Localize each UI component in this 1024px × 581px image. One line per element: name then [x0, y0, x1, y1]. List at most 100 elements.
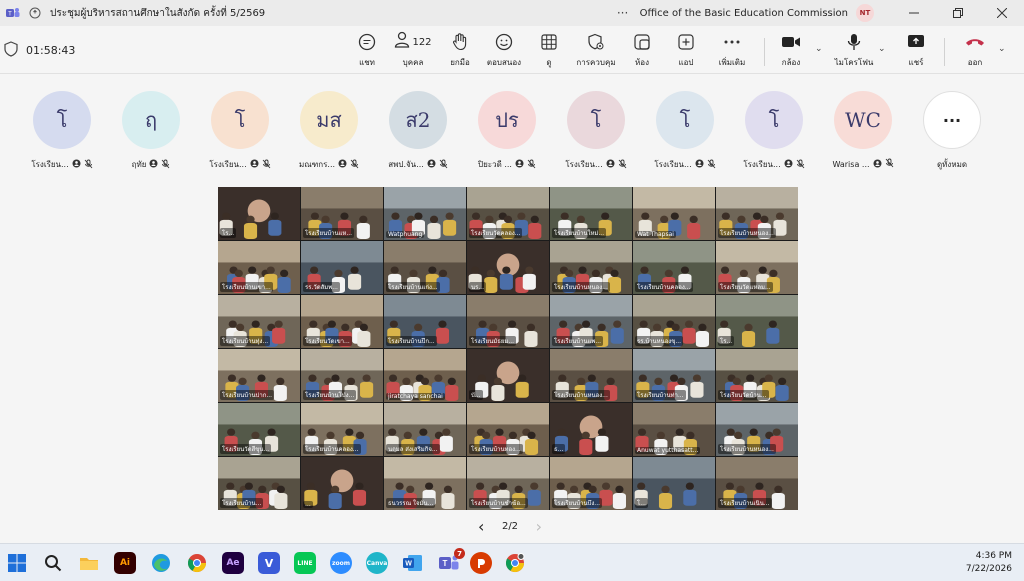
controls-button[interactable]: การควบคุม [573, 32, 619, 72]
leave-options-chevron-icon[interactable]: ⌄ [998, 44, 1006, 54]
apps-button[interactable]: แอป [675, 32, 697, 72]
participant-item[interactable]: WC Warisa ... [821, 91, 905, 170]
video-tile[interactable]: โรงเรียนวัดบ้าน... [716, 349, 798, 402]
search-icon[interactable] [42, 552, 64, 574]
video-tile[interactable]: โรงเรียนบ้านทอง... [467, 403, 549, 456]
video-tile[interactable]: บั... [467, 349, 549, 402]
raise-hand-button[interactable]: ยกมือ [447, 32, 473, 72]
edge-icon[interactable] [150, 552, 172, 574]
word-icon[interactable]: W [402, 552, 424, 574]
chrome-profile-icon[interactable] [504, 552, 526, 574]
video-tile[interactable]: Wat Thapsai [633, 187, 715, 240]
video-tile[interactable]: โรงเรียนวัดเขา... [301, 295, 383, 348]
mic-options-chevron-icon[interactable]: ⌄ [878, 44, 886, 54]
mic-muted-icon [796, 159, 805, 171]
participant-item[interactable]: โโรงเรียน... [643, 91, 727, 171]
restore-icon[interactable] [936, 0, 980, 26]
video-tile[interactable]: โรงเรียนบ้านท่า... [633, 349, 715, 402]
video-tile[interactable]: โรงเรียนบ้านหนอง... [716, 403, 798, 456]
chrome-icon[interactable] [186, 552, 208, 574]
canva-icon[interactable]: Canva [366, 552, 388, 574]
line-icon[interactable]: LINE [294, 552, 316, 574]
video-tile[interactable]: โรงเรียนบ้านโป่ง... [301, 349, 383, 402]
avatar[interactable]: NT [856, 4, 874, 22]
minimize-icon[interactable] [892, 0, 936, 26]
video-tile[interactable]: โรงเรียนบ้านเขา... [218, 241, 300, 294]
next-page-icon[interactable]: › [536, 517, 542, 536]
app-v-icon[interactable]: V [258, 552, 280, 574]
after-effects-icon[interactable]: Ae [222, 552, 244, 574]
mic-button[interactable]: ไมโครโฟน [834, 32, 874, 72]
view-all-button[interactable]: ··· ดูทั้งหมด [910, 91, 994, 171]
person-silhouette [277, 277, 291, 293]
participant-item[interactable]: โโรงเรียน... [20, 91, 104, 171]
video-tile[interactable]: โรงเรียนวัดแหลม... [716, 241, 798, 294]
video-tile[interactable]: โรงเรียนบ้านแก่ง... [384, 241, 466, 294]
powerpoint-icon[interactable] [470, 552, 492, 574]
video-tile[interactable]: jiratchaya sanchai [384, 349, 466, 402]
video-tile[interactable]: โรงเรียนบ้านแพ... [550, 295, 632, 348]
video-tile[interactable]: โรงเรียนวัดคลอง... [467, 187, 549, 240]
people-button[interactable]: 122 บุคคล [394, 31, 432, 72]
prev-page-icon[interactable]: ‹ [478, 517, 484, 536]
illustrator-icon[interactable]: Ai [114, 552, 136, 574]
chat-label: แชท [359, 58, 375, 67]
video-tile[interactable]: ธ... [550, 403, 632, 456]
video-tile[interactable]: โ... [633, 457, 715, 510]
more-button[interactable]: เพิ่มเติม [715, 32, 749, 72]
system-clock[interactable]: 4:36 PM 7/22/2026 [966, 550, 1012, 576]
person-silhouette [248, 266, 257, 274]
video-tile[interactable]: โรงเรียนบ้านแห... [301, 187, 383, 240]
video-tile[interactable]: ธนวรรณ ใจมั่น... [384, 457, 466, 510]
video-tile[interactable]: ... [301, 457, 383, 510]
video-tile[interactable]: โรงเรียนบ้านปึก... [384, 295, 466, 348]
video-tile[interactable]: โรงเรียนบ้านทุ่ง... [218, 295, 300, 348]
rooms-button[interactable]: ห้อง [630, 32, 654, 72]
react-button[interactable]: ตอบสนอง [486, 32, 522, 72]
video-tile[interactable]: โรงเรียนบ้านคลอง... [301, 403, 383, 456]
video-tile[interactable]: โรงเรียนบ้านชำฆ้อ... [467, 457, 549, 510]
back-icon[interactable] [28, 6, 42, 20]
windows-start-icon[interactable] [6, 552, 28, 574]
video-tile[interactable]: โรงเรียนบ้านคลอง... [633, 241, 715, 294]
participant-item[interactable]: โโรงเรียน... [732, 91, 816, 171]
zoom-icon[interactable]: zoom [330, 552, 352, 574]
teams-taskbar-icon[interactable]: T 7 [438, 548, 465, 574]
close-icon[interactable] [980, 0, 1024, 26]
share-button[interactable]: แชร์ [904, 32, 928, 72]
video-tile[interactable]: Anuwat yutthasatt... [633, 403, 715, 456]
video-tile[interactable]: นร... [467, 241, 549, 294]
video-tile[interactable]: โรงเรียนบ้านบึง... [550, 457, 632, 510]
view-button[interactable]: ดู [538, 32, 560, 72]
video-tile[interactable]: โรงเรียนวัดสีขุน... [218, 403, 300, 456]
video-tile[interactable]: รร.บ้านหนองขุ... [633, 295, 715, 348]
video-tile[interactable]: โรงเรียนบ้านหนอง... [716, 187, 798, 240]
video-tile[interactable]: โรงเรียนมัธยม... [467, 295, 549, 348]
chat-button[interactable]: แชท [355, 32, 379, 72]
leave-button[interactable]: ออก [963, 32, 987, 72]
participant-item[interactable]: ปร ปิยะวดี ... [465, 91, 549, 171]
participant-item[interactable]: โโรงเรียน... [198, 91, 282, 171]
camera-button[interactable]: กล้อง [778, 32, 804, 72]
video-tile[interactable]: โรงเรียนบ้าน... [218, 457, 300, 510]
participant-item[interactable]: ส2 สพป.จัน... [376, 91, 460, 171]
video-tile-label: โรงเรียนวัดบ้าน... [718, 390, 769, 400]
video-tile[interactable]: รร.วัดสัมพ... [301, 241, 383, 294]
camera-options-chevron-icon[interactable]: ⌄ [815, 44, 823, 54]
participants-strip: โโรงเรียน... ฤฤทัยโโรงเรียน... มส มณฑกร... ส… [0, 75, 1024, 185]
file-explorer-icon[interactable] [78, 552, 100, 574]
video-tile[interactable]: โรงเรียนบ้านหนอง... [550, 349, 632, 402]
video-tile[interactable]: โรงเรียนบ้านใหม่... [550, 187, 632, 240]
person-silhouette [236, 323, 245, 332]
participant-item[interactable]: มส มณฑกร... [287, 91, 371, 171]
video-tile[interactable]: โรงเรียนบ้านปาก... [218, 349, 300, 402]
video-tile[interactable]: โรงเรียนบ้านหนอง... [550, 241, 632, 294]
video-tile[interactable]: Watphuang [384, 187, 466, 240]
video-tile[interactable]: โรงเรียนบ้านเนิน... [716, 457, 798, 510]
participant-item[interactable]: ฤฤทัย [109, 91, 193, 171]
video-tile[interactable]: นฤมล ส่งเสริมกิจ... [384, 403, 466, 456]
video-tile[interactable]: โร... [218, 187, 300, 240]
participant-item[interactable]: โโรงเรียน... [554, 91, 638, 171]
video-tile[interactable]: โร... [716, 295, 798, 348]
more-options-icon[interactable]: ··· [612, 6, 634, 20]
